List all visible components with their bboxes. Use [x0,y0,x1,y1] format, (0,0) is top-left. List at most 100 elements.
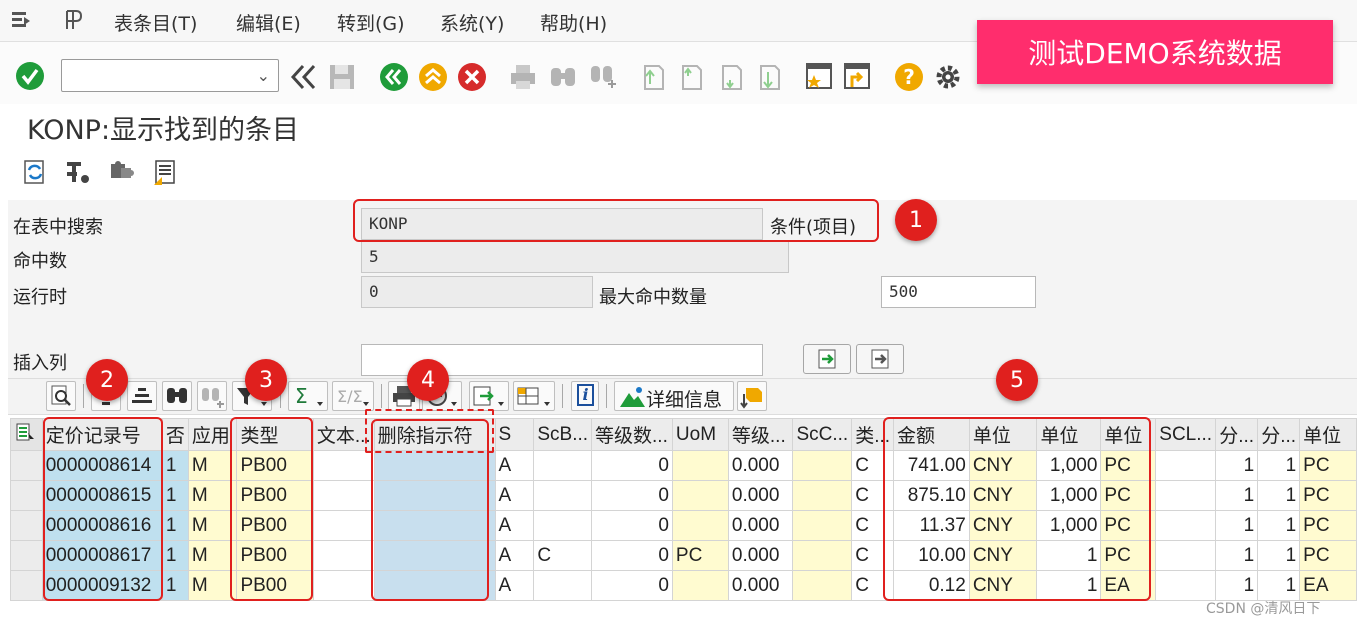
menu-item-goto[interactable]: 转到(G) [337,9,405,36]
cell-numerator[interactable]: 1 [1215,510,1259,541]
alv-layout-button[interactable] [513,381,555,411]
cell-uom[interactable] [671,450,729,481]
cell-s[interactable]: A [494,450,535,481]
col-header-scale[interactable]: 等级... [727,418,794,451]
first-page-icon[interactable] [638,62,668,92]
cell-no[interactable]: 1 [161,480,189,511]
cell-numerator[interactable]: 1 [1215,450,1259,481]
alv-sum-button[interactable]: Σ [288,381,328,411]
cell-scc[interactable] [792,450,853,481]
exit-icon[interactable] [418,62,448,92]
cell-scb[interactable] [533,480,593,511]
chevron-down-icon[interactable]: ⌄ [257,66,270,85]
col-header-base-unit[interactable]: 单位 [1299,418,1357,451]
table-row[interactable]: 0000008615 1 M PB00 A 0 0.000 C 875.10 C… [10,480,1357,511]
last-page-icon[interactable] [754,62,784,92]
cell-scc[interactable] [792,510,853,541]
cell-scale[interactable]: 0.000 [727,450,794,481]
row-selector[interactable] [10,540,43,571]
list-document-icon[interactable] [151,158,179,186]
table-row[interactable]: 0000008617 1 M PB00 A C 0 PC 0.000 C 10.… [10,540,1357,571]
enter-check-icon[interactable] [15,61,45,91]
cell-scale-count[interactable]: 0 [591,480,673,511]
col-header-scc[interactable]: ScC... [792,418,853,451]
cell-scc[interactable] [792,540,853,571]
cell-base-unit[interactable]: EA [1299,570,1357,601]
cell-scale-count[interactable]: 0 [591,570,673,601]
cell-base-unit[interactable]: PC [1299,480,1357,511]
cell-text[interactable] [312,450,375,481]
alv-subtotal-button[interactable]: Σ/Σ [332,381,374,411]
save-icon[interactable] [327,62,357,92]
cell-scl[interactable] [1155,540,1217,571]
table-row[interactable]: 0000009132 1 M PB00 A 0 0.000 C 0.12 CNY… [10,570,1357,601]
cell-denominator[interactable]: 1 [1257,450,1301,481]
cell-uom[interactable] [671,480,729,511]
alv-details-button[interactable] [46,381,76,411]
print-icon[interactable] [508,62,538,92]
table-fields-icon[interactable] [64,158,92,186]
next-page-icon[interactable] [716,62,746,92]
help-icon[interactable]: ? [894,62,924,92]
double-left-icon[interactable] [288,62,318,92]
cell-s[interactable]: A [494,540,535,571]
alv-sort-descending-button[interactable] [127,381,157,411]
alv-find-next-button[interactable] [197,381,227,411]
cell-uom[interactable]: PC [671,540,729,571]
cell-numerator[interactable]: 1 [1215,480,1259,511]
back-icon[interactable] [379,62,409,92]
cell-scb[interactable] [533,510,593,541]
cell-base-unit[interactable]: PC [1299,450,1357,481]
col-header-scl[interactable]: SCL... [1155,418,1217,451]
max-hits-field[interactable]: 500 [881,276,1036,308]
cell-scc[interactable] [792,570,853,601]
table-row[interactable]: 0000008614 1 M PB00 A 0 0.000 C 741.00 C… [10,450,1357,481]
cell-numerator[interactable]: 1 [1215,540,1259,571]
settings-gear-icon[interactable] [933,62,963,92]
cell-scb[interactable] [533,450,593,481]
cell-base-unit[interactable]: PC [1299,510,1357,541]
cell-denominator[interactable]: 1 [1257,570,1301,601]
cell-text[interactable] [312,540,375,571]
puzzle-icon[interactable] [107,158,135,186]
cell-scl[interactable] [1155,510,1217,541]
cell-scale[interactable]: 0.000 [727,480,794,511]
cell-scc[interactable] [792,480,853,511]
cell-s[interactable]: A [494,510,535,541]
alv-info-button[interactable]: i [571,381,599,411]
cell-scale-count[interactable]: 0 [591,450,673,481]
col-header-no[interactable]: 否 [161,418,189,451]
cell-text[interactable] [312,480,375,511]
cell-no[interactable]: 1 [161,510,189,541]
col-header-numerator[interactable]: 分... [1215,418,1259,451]
select-all-cell[interactable] [10,418,43,451]
detail-info-button[interactable]: 详细信息 [614,381,734,411]
cell-base-unit[interactable]: PC [1299,540,1357,571]
cell-scale[interactable]: 0.000 [727,570,794,601]
shortcut-icon[interactable] [842,61,872,91]
cell-denominator[interactable]: 1 [1257,540,1301,571]
row-selector[interactable] [10,570,43,601]
cancel-icon[interactable] [457,62,487,92]
cell-s[interactable]: A [494,480,535,511]
refresh-icon[interactable] [21,158,49,186]
col-header-scale-count[interactable]: 等级数... [591,418,673,451]
row-selector[interactable] [10,510,43,541]
alv-export-button[interactable] [469,381,509,411]
table-row[interactable]: 0000008616 1 M PB00 A 0 0.000 C 11.37 CN… [10,510,1357,541]
cell-uom[interactable] [671,510,729,541]
new-session-icon[interactable] [804,61,834,91]
cell-scl[interactable] [1155,450,1217,481]
cell-scale[interactable]: 0.000 [727,540,794,571]
cell-scale[interactable]: 0.000 [727,510,794,541]
insert-column-before-button[interactable] [803,344,851,374]
previous-page-icon[interactable] [676,62,706,92]
cell-no[interactable]: 1 [161,540,189,571]
menu-item-help[interactable]: 帮助(H) [540,9,607,36]
cell-text[interactable] [312,570,375,601]
cell-scb[interactable]: C [533,540,593,571]
col-header-scb[interactable]: ScB... [533,418,593,451]
col-header-uom[interactable]: UoM [671,418,729,451]
row-selector[interactable] [10,480,43,511]
cell-text[interactable] [312,510,375,541]
